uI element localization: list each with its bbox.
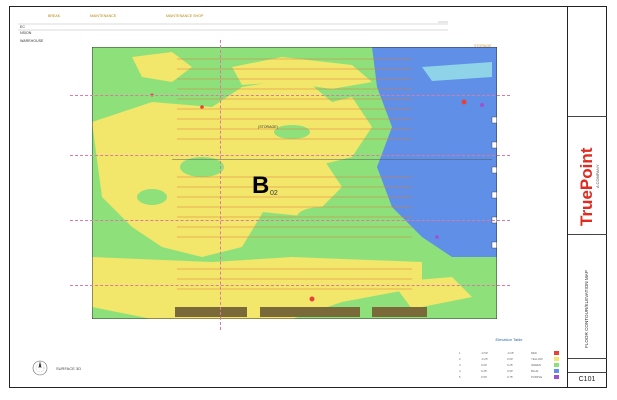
sheet-title: FLOOR CONTOUR/ELEVATION MAP: [584, 270, 589, 348]
legend-swatch-purple: [554, 375, 559, 379]
legend-cell: 0.25': [507, 363, 513, 367]
legend-cell: 4: [459, 369, 461, 373]
title-block-divider: [568, 116, 607, 117]
legend-swatch-red: [554, 351, 559, 355]
legend-row: 3 0.00' 0.25' GREEN: [455, 363, 563, 368]
gridline-4: [70, 220, 510, 221]
storage-label: (STORAGE): [258, 125, 278, 129]
legend-swatch-blue: [554, 369, 559, 373]
legend-cell: RED: [531, 351, 537, 355]
title-block-divider: [568, 372, 607, 373]
legend-cell: PURPLE: [531, 375, 543, 379]
brand-main-text: TruePoint: [577, 147, 596, 226]
legend-row: 1 -0.50' -0.25' RED: [455, 351, 563, 356]
gridline-2: [70, 95, 510, 96]
legend-row: 5 0.50' 0.75' PURPLE: [455, 375, 563, 380]
legend-cell: 0.00': [481, 363, 487, 367]
sheet-title-block: FLOOR CONTOUR/ELEVATION MAP: [584, 270, 589, 348]
truepoint-logo: TruePoint A COMPANY: [577, 147, 600, 226]
building-sub-number: 02: [270, 190, 278, 197]
legend-cell: 2: [459, 357, 461, 361]
gridline-3: [70, 155, 510, 156]
compass-label: SURFACE 3D: [56, 366, 82, 371]
brand-sub-text: A COMPANY: [595, 164, 600, 188]
building-letter: B: [252, 172, 270, 199]
elevation-legend: Elevation Table 1 -0.50' -0.25' RED 2 -0…: [455, 337, 563, 383]
floor-contour-map: [92, 47, 497, 319]
legend-swatch-yellow: [554, 357, 559, 361]
legend-cell: 0.75': [507, 375, 513, 379]
title-block-divider: [568, 358, 607, 359]
header-lines: [18, 21, 448, 31]
top-label-maintenance: MAINTENANCE: [90, 14, 117, 18]
title-block-divider: [568, 234, 607, 235]
top-label-break: BREAK: [48, 14, 61, 18]
legend-cell: 0.00': [507, 357, 513, 361]
gridline-5: [70, 285, 510, 286]
legend-cell: -0.25': [481, 357, 488, 361]
legend-row: 2 -0.25' 0.00' YELLOW: [455, 357, 563, 362]
sheet-number: C101: [578, 376, 596, 383]
legend-title: Elevation Table: [495, 337, 523, 342]
legend-cell: -0.50': [481, 351, 488, 355]
top-label-maintenance-shop: MAINTENANCE SHOP: [166, 14, 204, 18]
legend-cell: -0.25': [507, 351, 514, 355]
legend-row: 4 0.25' 0.50' BLUE: [455, 369, 563, 374]
legend-cell: 1: [459, 351, 461, 355]
legend-cell: 0.50': [481, 375, 487, 379]
legend-cell: YELLOW: [531, 357, 543, 361]
top-label-warehouse: WAREHOUSE: [20, 39, 44, 43]
legend-cell: 3: [459, 363, 461, 367]
legend-swatch-green: [554, 363, 559, 367]
legend-cell: 0.25': [481, 369, 487, 373]
legend-cell: 5: [459, 375, 461, 379]
gridline-v-1: [220, 40, 221, 330]
north-arrow-icon: [32, 360, 48, 376]
legend-cell: 0.50': [507, 369, 513, 373]
legend-cell: GREEN: [531, 363, 541, 367]
legend-cell: BLUE: [531, 369, 539, 373]
